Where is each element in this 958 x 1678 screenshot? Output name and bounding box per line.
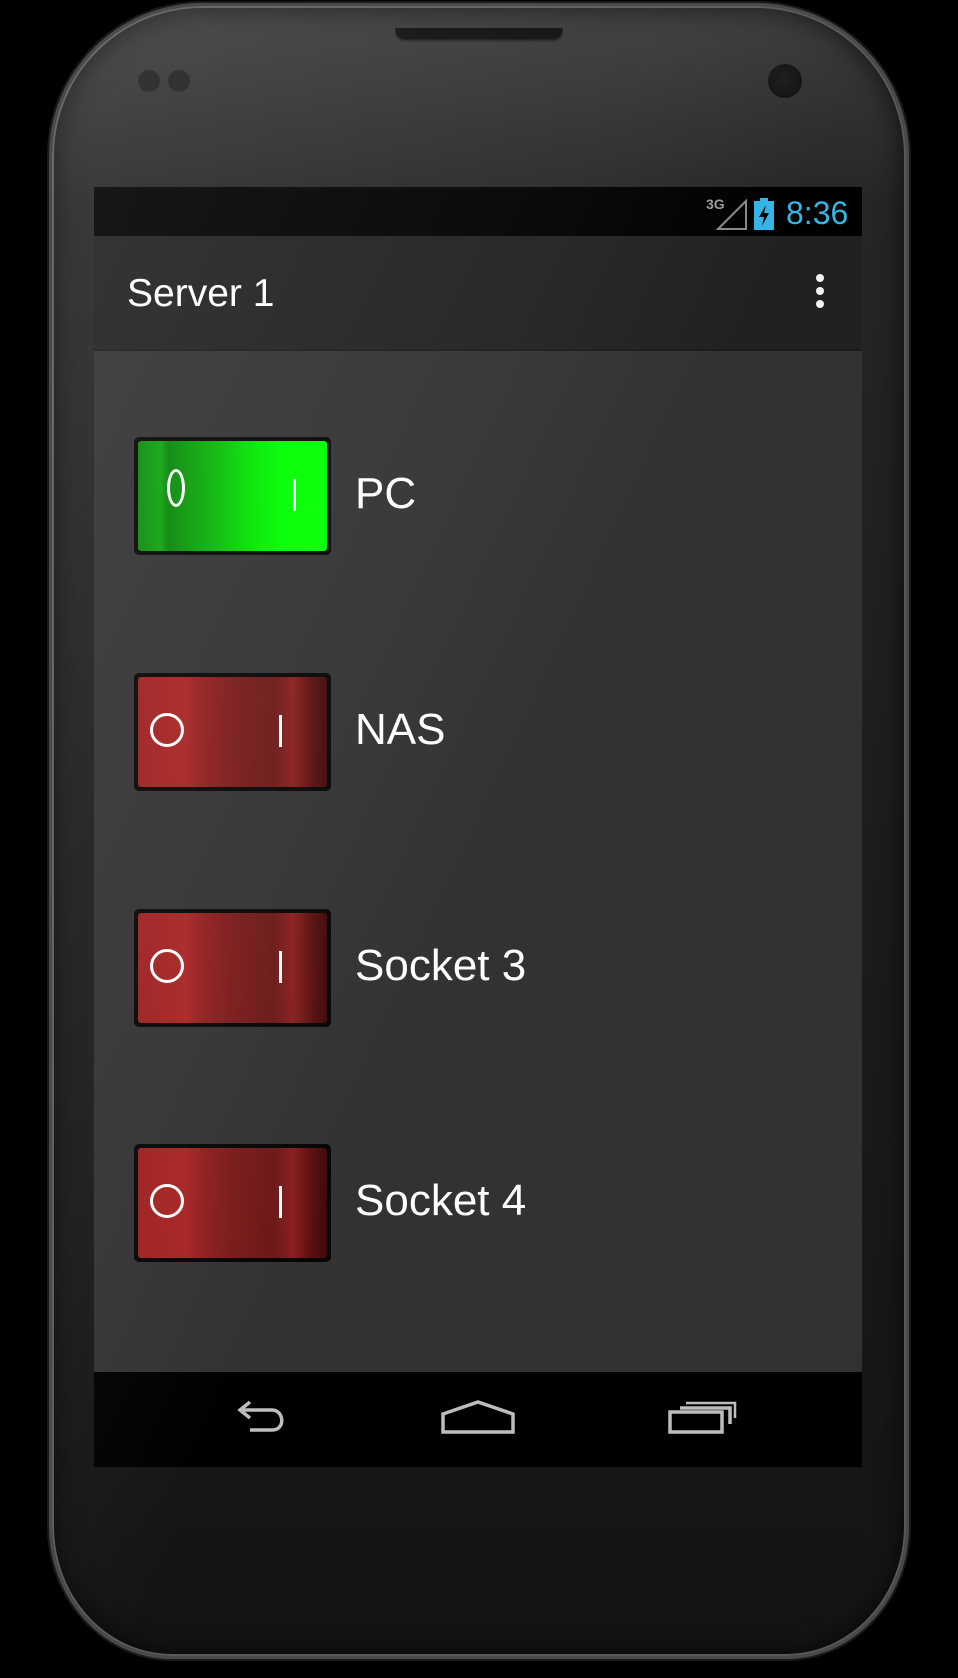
power-on-symbol <box>293 479 296 511</box>
switch-row-nas: NAS <box>94 673 862 793</box>
power-switch-socket-3[interactable] <box>134 909 331 1027</box>
more-vert-icon-dot <box>816 287 824 295</box>
power-off-symbol <box>150 1184 184 1218</box>
home-button[interactable] <box>433 1392 523 1448</box>
switch-label: NAS <box>355 705 446 754</box>
light-sensor <box>168 70 190 92</box>
home-icon <box>441 1400 515 1434</box>
power-on-symbol <box>279 715 282 747</box>
recent-apps-button[interactable] <box>658 1392 748 1448</box>
switch-label: Socket 3 <box>355 941 527 990</box>
screenshot-stage: 3G 8:36 Server 1 PC NAS Socket 3 Socket … <box>0 0 958 1678</box>
power-off-symbol <box>150 713 184 747</box>
action-bar: Server 1 <box>94 236 862 351</box>
switch-list: PC NAS Socket 3 Socket 4 <box>94 351 862 1372</box>
switch-label: PC <box>355 469 417 518</box>
power-off-symbol <box>150 949 184 983</box>
more-vert-icon-dot <box>816 300 824 308</box>
earpiece-speaker <box>395 28 563 42</box>
device-screen: 3G 8:36 Server 1 PC NAS Socket 3 Socket … <box>94 187 862 1467</box>
switch-row-socket-4: Socket 4 <box>94 1144 862 1264</box>
back-icon <box>237 1400 284 1432</box>
switch-label: Socket 4 <box>355 1176 527 1225</box>
back-button[interactable] <box>214 1392 304 1448</box>
front-camera <box>768 64 802 98</box>
more-vert-icon <box>816 274 824 282</box>
overflow-menu-button[interactable] <box>806 266 834 316</box>
power-on-symbol <box>279 951 282 983</box>
battery-charging-icon <box>754 198 774 230</box>
power-switch-socket-4[interactable] <box>134 1144 331 1262</box>
signal-icon <box>715 199 747 230</box>
power-on-symbol <box>279 1186 282 1218</box>
navigation-bar <box>94 1372 862 1467</box>
power-switch-nas[interactable] <box>134 673 331 791</box>
recent-apps-icon <box>668 1401 737 1434</box>
switch-row-pc: PC <box>94 437 862 557</box>
power-off-symbol <box>167 469 185 507</box>
switch-row-socket-3: Socket 3 <box>94 909 862 1029</box>
switch-face <box>138 441 327 551</box>
page-title: Server 1 <box>127 272 275 315</box>
status-bar: 3G 8:36 <box>94 187 862 236</box>
power-switch-pc[interactable] <box>134 437 331 555</box>
proximity-sensor <box>138 70 160 92</box>
status-clock: 8:36 <box>786 195 849 231</box>
